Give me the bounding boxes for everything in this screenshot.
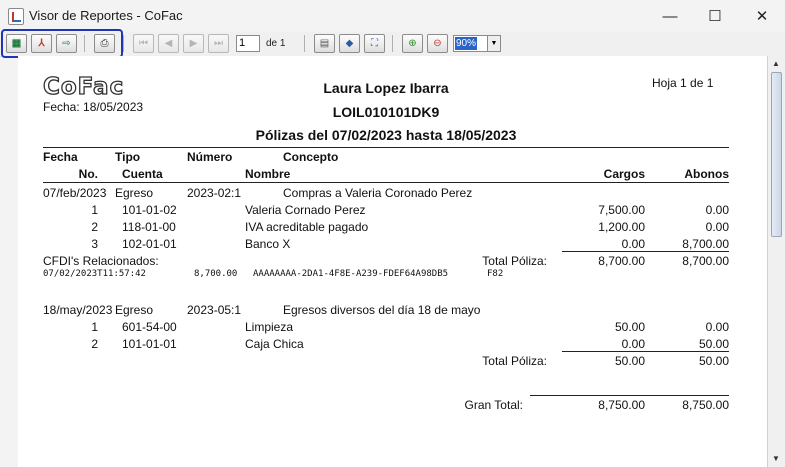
- gran-total-abonos: 8,750.00: [682, 398, 729, 412]
- previous-page-icon[interactable]: ◀: [158, 34, 179, 53]
- line-nombre: Limpieza: [245, 320, 294, 334]
- gran-total-cargos: 8,750.00: [598, 398, 645, 412]
- toolbar-separator: [392, 35, 393, 52]
- header-concepto: Concepto: [283, 150, 339, 164]
- first-page-icon[interactable]: ⏮: [133, 34, 154, 53]
- last-page-icon[interactable]: ⏭: [208, 34, 229, 53]
- line-cuenta: 101-01-02: [122, 203, 177, 217]
- line-cargo: 0.00: [621, 337, 645, 351]
- report-subtitle: Pólizas del 07/02/2023 hasta 18/05/2023: [255, 127, 517, 143]
- chevron-down-icon[interactable]: ▼: [487, 36, 500, 51]
- zoom-select[interactable]: 90% ▼: [453, 35, 501, 52]
- line-cargo: 50.00: [614, 320, 645, 334]
- zoom-in-icon[interactable]: ⊕: [402, 34, 423, 53]
- page-indicator: Hoja 1 de 1: [652, 76, 714, 90]
- title-bar: Visor de Reportes - CoFac — ☐ ✕: [0, 0, 785, 32]
- line-no: 2: [91, 220, 98, 234]
- line-abono: 50.00: [698, 337, 729, 351]
- total-abonos: 8,700.00: [682, 254, 729, 268]
- line-no: 3: [91, 237, 98, 251]
- zoom-value: 90%: [455, 37, 478, 50]
- gran-total-label: Gran Total:: [464, 398, 523, 412]
- line-cargo: 0.00: [621, 237, 645, 251]
- poliza-concepto: Compras a Valeria Coronado Perez: [283, 186, 473, 200]
- poliza-tipo: Egreso: [115, 186, 154, 200]
- fit-page-icon[interactable]: ⛶: [364, 34, 385, 53]
- header-no: No.: [78, 167, 98, 181]
- poliza-numero: 2023-02:1: [187, 186, 242, 200]
- report-page: CoFac Fecha: 18/05/2023 Hoja 1 de 1 Laur…: [18, 56, 767, 467]
- header-cargos: Cargos: [603, 167, 645, 181]
- actual-size-icon[interactable]: ▤: [314, 34, 335, 53]
- zoom-out-icon[interactable]: ⊖: [427, 34, 448, 53]
- poliza-concepto: Egresos diversos del día 18 de mayo: [283, 303, 481, 317]
- line-abono: 8,700.00: [682, 237, 729, 251]
- line-abono: 0.00: [705, 220, 729, 234]
- window-title: Visor de Reportes - CoFac: [29, 8, 183, 23]
- toolbar-separator: [123, 35, 124, 52]
- next-page-icon[interactable]: ▶: [183, 34, 204, 53]
- vertical-scrollbar[interactable]: ▲ ▼: [767, 56, 785, 467]
- poliza-fecha: 18/may/2023: [43, 303, 113, 317]
- line-cuenta: 601-54-00: [122, 320, 177, 334]
- cofac-logo: CoFac: [42, 73, 125, 100]
- header-tipo: Tipo: [115, 150, 141, 164]
- total-poliza-label: Total Póliza:: [482, 254, 547, 268]
- line-abono: 0.00: [705, 203, 729, 217]
- poliza-fecha: 07/feb/2023: [43, 186, 107, 200]
- line-cuenta: 102-01-01: [122, 237, 177, 251]
- report-owner-name: Laura Lopez Ibarra: [323, 80, 449, 96]
- report-rfc: LOIL010101DK9: [332, 104, 440, 120]
- cfdi-monto: 8,700.00: [194, 269, 238, 279]
- poliza-numero: 2023-05:1: [187, 303, 242, 317]
- total-rule: [562, 251, 729, 252]
- line-cuenta: 101-01-01: [122, 337, 177, 351]
- gran-total-rule: [530, 395, 729, 396]
- fit-width-icon[interactable]: ◆: [339, 34, 360, 53]
- scrollbar-thumb[interactable]: [771, 72, 782, 237]
- cfdi-forma: F82: [487, 269, 504, 279]
- line-nombre: Banco X: [245, 237, 291, 251]
- scroll-down-icon[interactable]: ▼: [770, 453, 782, 465]
- line-abono: 0.00: [705, 320, 729, 334]
- line-cargo: 7,500.00: [598, 203, 645, 217]
- line-no: 1: [91, 203, 98, 217]
- close-button[interactable]: ✕: [739, 0, 785, 32]
- line-no: 2: [91, 337, 98, 351]
- minimize-button[interactable]: —: [647, 0, 693, 32]
- cfdi-fecha: 07/02/2023T11:57:42: [43, 269, 146, 279]
- line-nombre: Valeria Cornado Perez: [245, 203, 366, 217]
- cfdi-label: CFDI's Relacionados:: [43, 254, 159, 268]
- header-nombre: Nombre: [245, 167, 291, 181]
- header-abonos: Abonos: [684, 167, 729, 181]
- page-count-label: de 1: [266, 38, 286, 49]
- line-cuenta: 118-01-00: [122, 220, 176, 234]
- export-buttons-highlight: [1, 29, 123, 58]
- line-nombre: Caja Chica: [245, 337, 304, 351]
- header-fecha: Fecha: [43, 150, 78, 164]
- total-poliza-label: Total Póliza:: [482, 354, 547, 368]
- maximize-button[interactable]: ☐: [692, 0, 738, 32]
- poliza-tipo: Egreso: [115, 303, 154, 317]
- scroll-up-icon[interactable]: ▲: [770, 58, 782, 70]
- cfdi-uuid: AAAAAAAA-2DA1-4F8E-A239-FDEF64A98DB5: [253, 269, 449, 279]
- line-nombre: IVA acreditable pagado: [245, 220, 369, 234]
- total-cargos: 8,700.00: [598, 254, 645, 268]
- total-rule: [562, 351, 729, 352]
- line-cargo: 1,200.00: [598, 220, 645, 234]
- java-app-icon: [8, 8, 24, 25]
- header-rule: [43, 147, 729, 148]
- header-rule-bottom: [43, 182, 729, 183]
- total-abonos: 50.00: [698, 354, 729, 368]
- page-number-input[interactable]: 1: [236, 35, 260, 52]
- report-viewport: CoFac Fecha: 18/05/2023 Hoja 1 de 1 Laur…: [18, 56, 767, 467]
- header-numero: Número: [187, 150, 233, 164]
- line-no: 1: [91, 320, 98, 334]
- toolbar-separator: [304, 35, 305, 52]
- header-cuenta: Cuenta: [122, 167, 163, 181]
- total-cargos: 50.00: [614, 354, 645, 368]
- report-date: Fecha: 18/05/2023: [43, 100, 144, 114]
